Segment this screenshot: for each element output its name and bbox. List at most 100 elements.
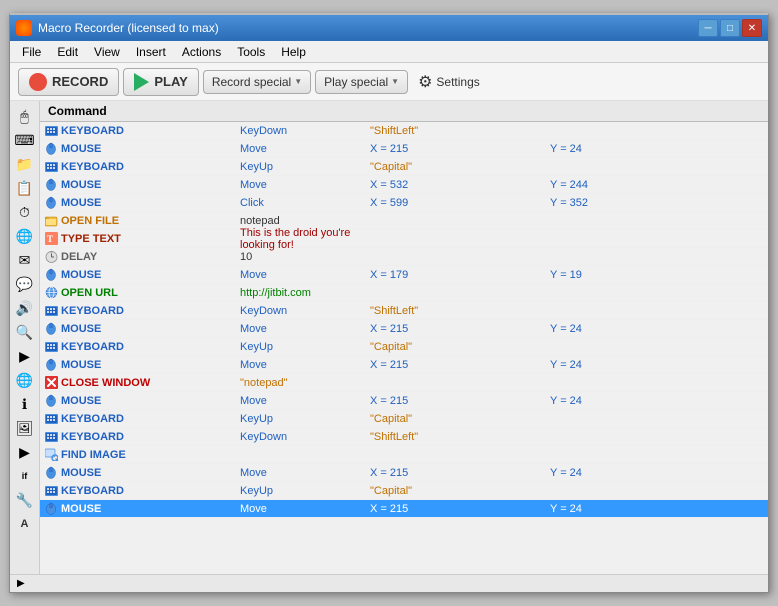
table-row[interactable]: MOUSEMoveX = 215Y = 24 bbox=[40, 320, 768, 338]
minimize-button[interactable]: ─ bbox=[698, 19, 718, 37]
command-name: MOUSE bbox=[61, 395, 101, 407]
delay-icon bbox=[44, 250, 58, 264]
command-name: KEYBOARD bbox=[61, 161, 124, 173]
openfile-icon bbox=[44, 214, 58, 228]
param1-cell: X = 215 bbox=[370, 503, 550, 515]
sidebar-search-icon[interactable]: 🔍 bbox=[14, 321, 36, 343]
sidebar-clipboard-icon[interactable]: 📋 bbox=[14, 177, 36, 199]
sidebar-sound-icon[interactable]: 🔊 bbox=[14, 297, 36, 319]
action-cell: Move bbox=[240, 269, 370, 281]
action-cell: Move bbox=[240, 503, 370, 515]
param1-cell: "Capital" bbox=[370, 413, 550, 425]
sidebar-mouse-icon[interactable]: 🖱 bbox=[14, 105, 36, 127]
sidebar-if-icon[interactable]: if bbox=[14, 465, 36, 487]
sidebar-url-icon[interactable]: 🌐 bbox=[14, 225, 36, 247]
menu-help[interactable]: Help bbox=[273, 43, 314, 61]
table-row[interactable]: MOUSEMoveX = 179Y = 19 bbox=[40, 266, 768, 284]
command-name: KEYBOARD bbox=[61, 413, 124, 425]
sidebar-settings-icon[interactable]: 🔧 bbox=[14, 489, 36, 511]
play-special-button[interactable]: Play special bbox=[315, 70, 408, 94]
table-row[interactable]: MOUSEMoveX = 215Y = 24 bbox=[40, 356, 768, 374]
table-body[interactable]: KEYBOARDKeyDown"ShiftLeft"MOUSEMoveX = 2… bbox=[40, 122, 768, 574]
menu-edit[interactable]: Edit bbox=[49, 43, 86, 61]
sidebar-play-icon[interactable]: ▶ bbox=[14, 345, 36, 367]
param1-cell: "Capital" bbox=[370, 485, 550, 497]
action-cell: KeyUp bbox=[240, 161, 370, 173]
table-row[interactable]: KEYBOARDKeyUp"Capital" bbox=[40, 482, 768, 500]
settings-label: Settings bbox=[436, 75, 479, 89]
action-cell: Move bbox=[240, 179, 370, 191]
table-row[interactable]: MOUSEMoveX = 532Y = 244 bbox=[40, 176, 768, 194]
command-name: MOUSE bbox=[61, 359, 101, 371]
param2-cell: Y = 352 bbox=[550, 197, 768, 209]
table-row[interactable]: KEYBOARDKeyDown"ShiftLeft" bbox=[40, 428, 768, 446]
keyboard-icon bbox=[44, 340, 58, 354]
command-name: MOUSE bbox=[61, 179, 101, 191]
table-row[interactable]: KEYBOARDKeyDown"ShiftLeft" bbox=[40, 122, 768, 140]
mouse-icon bbox=[44, 466, 58, 480]
table-row[interactable]: OPEN FILEnotepad bbox=[40, 212, 768, 230]
record-button[interactable]: RECORD bbox=[18, 68, 119, 96]
table-row[interactable]: CLOSE WINDOW"notepad" bbox=[40, 374, 768, 392]
table-row[interactable]: MOUSEMoveX = 215Y = 24 bbox=[40, 140, 768, 158]
table-row[interactable]: MOUSEMoveX = 215Y = 24 bbox=[40, 392, 768, 410]
table-row[interactable]: KEYBOARDKeyUp"Capital" bbox=[40, 158, 768, 176]
table-row[interactable]: MOUSEMoveX = 215Y = 24 bbox=[40, 464, 768, 482]
sidebar-image-icon[interactable]: 🖼 bbox=[14, 417, 36, 439]
command-name: MOUSE bbox=[61, 323, 101, 335]
menu-actions[interactable]: Actions bbox=[174, 43, 229, 61]
table-row[interactable]: OPEN URLhttp://jitbit.com bbox=[40, 284, 768, 302]
mouse-icon bbox=[44, 178, 58, 192]
app-icon bbox=[16, 20, 32, 36]
table-row[interactable]: KEYBOARDKeyUp"Capital" bbox=[40, 410, 768, 428]
menu-file[interactable]: File bbox=[14, 43, 49, 61]
menu-tools[interactable]: Tools bbox=[229, 43, 273, 61]
sidebar-message-icon[interactable]: 💬 bbox=[14, 273, 36, 295]
sidebar-macro-icon[interactable]: ▶ bbox=[14, 441, 36, 463]
table-row[interactable]: MOUSEMoveX = 215Y = 24 bbox=[40, 500, 768, 518]
mouse-icon bbox=[44, 142, 58, 156]
command-name: MOUSE bbox=[61, 503, 101, 515]
menu-view[interactable]: View bbox=[86, 43, 128, 61]
content-area: 🖱 ⌨ 📁 📋 ⏱ 🌐 ✉ 💬 🔊 🔍 ▶ 🌐 ℹ 🖼 ▶ if 🔧 A Com… bbox=[10, 101, 768, 574]
sidebar-info-icon[interactable]: ℹ bbox=[14, 393, 36, 415]
sidebar-text-icon[interactable]: A bbox=[14, 513, 36, 535]
action-cell: 10 bbox=[240, 251, 370, 263]
command-cell: KEYBOARD bbox=[40, 430, 240, 444]
table-row[interactable]: MOUSEClickX = 599Y = 352 bbox=[40, 194, 768, 212]
table-row[interactable]: KEYBOARDKeyDown"ShiftLeft" bbox=[40, 302, 768, 320]
record-special-button[interactable]: Record special bbox=[203, 70, 311, 94]
header-param2 bbox=[554, 104, 764, 118]
maximize-button[interactable]: □ bbox=[720, 19, 740, 37]
command-cell: KEYBOARD bbox=[40, 124, 240, 138]
settings-button[interactable]: ⚙ Settings bbox=[412, 68, 486, 96]
command-cell: CLOSE WINDOW bbox=[40, 376, 240, 390]
table-row[interactable]: DELAY10 bbox=[40, 248, 768, 266]
mouse-icon bbox=[44, 322, 58, 336]
param2-cell: Y = 24 bbox=[550, 143, 768, 155]
mouse-icon bbox=[44, 358, 58, 372]
sidebar-email-icon[interactable]: ✉ bbox=[14, 249, 36, 271]
menu-bar: File Edit View Insert Actions Tools Help bbox=[10, 41, 768, 63]
table-row[interactable]: TTYPE TEXTThis is the droid you're looki… bbox=[40, 230, 768, 248]
sidebar-globe-icon[interactable]: 🌐 bbox=[14, 369, 36, 391]
findimage-icon bbox=[44, 448, 58, 462]
mouse-icon bbox=[44, 268, 58, 282]
window-title: Macro Recorder (licensed to max) bbox=[38, 21, 698, 35]
sidebar-keyboard-icon[interactable]: ⌨ bbox=[14, 129, 36, 151]
play-icon bbox=[134, 73, 149, 91]
param1-cell: X = 215 bbox=[370, 467, 550, 479]
param1-cell: X = 599 bbox=[370, 197, 550, 209]
command-name: CLOSE WINDOW bbox=[61, 377, 150, 389]
table-row[interactable]: KEYBOARDKeyUp"Capital" bbox=[40, 338, 768, 356]
close-button[interactable]: ✕ bbox=[742, 19, 762, 37]
table-row[interactable]: FIND IMAGE bbox=[40, 446, 768, 464]
scroll-right-icon[interactable]: ▶ bbox=[14, 578, 28, 589]
sidebar-folder-icon[interactable]: 📁 bbox=[14, 153, 36, 175]
command-name: KEYBOARD bbox=[61, 305, 124, 317]
menu-insert[interactable]: Insert bbox=[128, 43, 174, 61]
play-button[interactable]: PLAY bbox=[123, 68, 198, 96]
param1-cell: X = 215 bbox=[370, 395, 550, 407]
sidebar-delay-icon[interactable]: ⏱ bbox=[14, 201, 36, 223]
keyboard-icon bbox=[44, 430, 58, 444]
